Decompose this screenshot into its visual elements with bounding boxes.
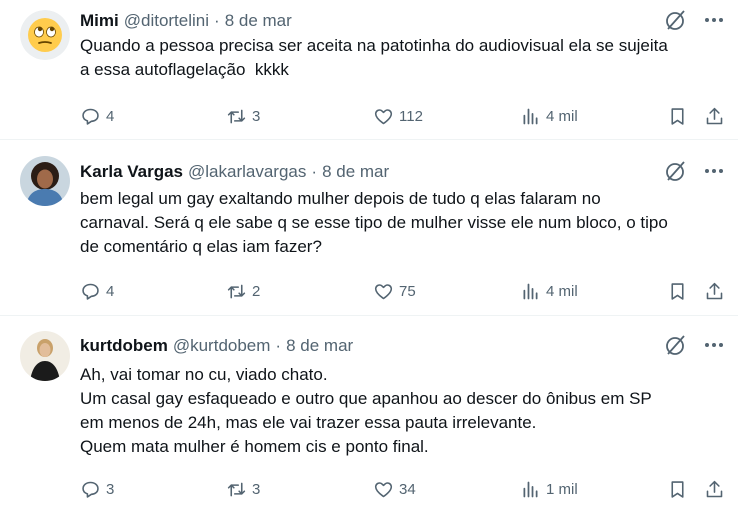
share-icon [706, 107, 723, 124]
retweet-button[interactable]: 3 [226, 103, 260, 129]
tweet-line: Ah, vai tomar no cu, viado chato. [80, 365, 328, 384]
avatar[interactable] [20, 156, 70, 206]
reply-button[interactable]: 4 [80, 103, 114, 129]
tweet-line: de comentário q elas iam fazer? [80, 237, 322, 256]
share-button[interactable] [704, 278, 725, 304]
share-button[interactable] [704, 103, 725, 129]
reply-count: 3 [106, 480, 115, 498]
more-options-icon[interactable] [702, 333, 726, 357]
bookmark-icon [671, 480, 684, 498]
display-name[interactable]: Mimi [80, 11, 119, 31]
timestamp[interactable]: 8 de mar [225, 11, 292, 31]
views-button[interactable]: 4 mil [520, 103, 578, 129]
tweet-line: Quando a pessoa precisa ser aceita na pa… [80, 36, 668, 55]
reply-count: 4 [106, 282, 115, 300]
tweet[interactable]: Mimi @ditortelini · 8 de mar Quando a pe… [0, 0, 738, 140]
profile-photo-icon [20, 331, 70, 381]
heart-icon [374, 283, 393, 299]
like-button[interactable]: 34 [373, 476, 416, 502]
retweet-button[interactable]: 3 [226, 476, 260, 502]
like-count: 75 [399, 282, 416, 300]
timestamp[interactable]: 8 de mar [286, 336, 353, 356]
more-options-icon[interactable] [702, 8, 726, 32]
tweet-line: Um casal gay esfaqueado e outro que apan… [80, 389, 652, 408]
tweet-header: Mimi @ditortelini · 8 de mar [80, 10, 292, 32]
like-count: 112 [399, 107, 423, 125]
timestamp[interactable]: 8 de mar [322, 162, 389, 182]
reply-icon [82, 108, 99, 125]
user-handle[interactable]: @ditortelini [124, 11, 209, 31]
reply-button[interactable]: 4 [80, 278, 114, 304]
views-chart-icon [523, 108, 538, 124]
tweet-line: carnaval. Será q ele sabe q se esse tipo… [80, 213, 668, 232]
like-count: 34 [399, 480, 416, 498]
share-icon [706, 480, 723, 497]
separator: · [275, 336, 282, 355]
avatar[interactable] [20, 10, 70, 60]
tweet-text: Quando a pessoa precisa ser aceita na pa… [80, 34, 710, 82]
bookmark-button[interactable] [667, 476, 688, 502]
grok-icon[interactable] [664, 159, 688, 183]
reply-button[interactable]: 3 [80, 476, 114, 502]
view-count: 1 mil [546, 480, 578, 498]
reply-icon [82, 481, 99, 498]
tweet[interactable]: kurtdobem @kurtdobem · 8 de mar Ah, vai … [0, 317, 738, 521]
display-name[interactable]: Karla Vargas [80, 162, 183, 182]
tweet[interactable]: Karla Vargas @lakarlavargas · 8 de mar b… [0, 141, 738, 316]
bookmark-icon [671, 107, 684, 125]
like-button[interactable]: 75 [373, 278, 416, 304]
retweet-icon [227, 284, 246, 298]
tweet-text: Ah, vai tomar no cu, viado chato. Um cas… [80, 363, 710, 459]
view-count: 4 mil [546, 282, 578, 300]
view-count: 4 mil [546, 107, 578, 125]
tweet-line: bem legal um gay exaltando mulher depois… [80, 189, 601, 208]
rolling-eyes-emoji-icon [20, 10, 70, 60]
user-handle[interactable]: @lakarlavargas [188, 162, 306, 182]
retweet-count: 2 [252, 282, 261, 300]
bookmark-button[interactable] [667, 103, 688, 129]
tweet-line: a essa autoflagelação kkkk [80, 60, 289, 79]
profile-photo-icon [20, 156, 70, 206]
heart-icon [374, 481, 393, 497]
reply-icon [82, 283, 99, 300]
views-chart-icon [523, 481, 538, 497]
display-name[interactable]: kurtdobem [80, 336, 168, 356]
more-options-icon[interactable] [702, 159, 726, 183]
retweet-button[interactable]: 2 [226, 278, 260, 304]
avatar[interactable] [20, 331, 70, 381]
retweet-count: 3 [252, 480, 261, 498]
bookmark-icon [671, 282, 684, 300]
reply-count: 4 [106, 107, 115, 125]
tweet-line: Quem mata mulher é homem cis e ponto fin… [80, 437, 429, 456]
tweet-header: Karla Vargas @lakarlavargas · 8 de mar [80, 161, 389, 183]
tweet-text: bem legal um gay exaltando mulher depois… [80, 187, 710, 259]
retweet-icon [227, 482, 246, 496]
tweet-header: kurtdobem @kurtdobem · 8 de mar [80, 335, 353, 357]
user-handle[interactable]: @kurtdobem [173, 336, 271, 356]
views-button[interactable]: 4 mil [520, 278, 578, 304]
views-chart-icon [523, 283, 538, 299]
retweet-count: 3 [252, 107, 261, 125]
like-button[interactable]: 112 [373, 103, 423, 129]
separator: · [214, 11, 220, 30]
share-icon [706, 282, 723, 299]
views-button[interactable]: 1 mil [520, 476, 578, 502]
share-button[interactable] [704, 476, 725, 502]
bookmark-button[interactable] [667, 278, 688, 304]
tweet-line: em menos de 24h, mas ele vai trazer essa… [80, 413, 537, 432]
grok-icon[interactable] [664, 333, 688, 357]
retweet-icon [227, 109, 246, 123]
separator: · [311, 162, 318, 181]
heart-icon [374, 108, 393, 124]
grok-icon[interactable] [664, 8, 688, 32]
